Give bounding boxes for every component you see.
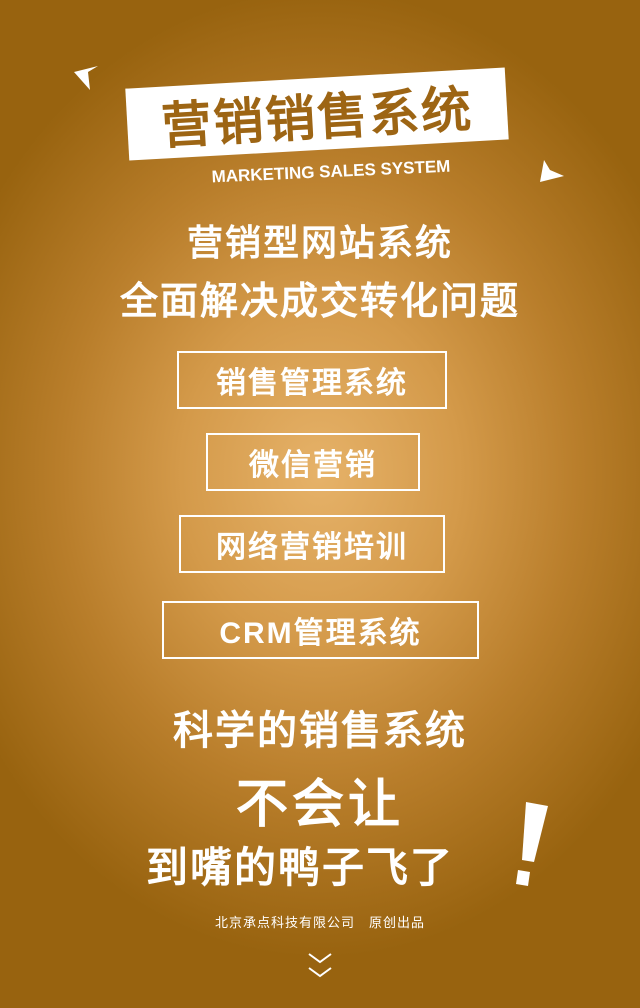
english-subtitle: MARKETING SALES SYSTEM xyxy=(211,156,451,187)
slogan-line-1: 科学的销售系统 xyxy=(173,708,467,754)
page-title: 营销销售系统 xyxy=(159,80,475,156)
headline-line-1: 营销型网站系统 xyxy=(186,223,453,264)
feature-crm-system[interactable]: CRM管理系统 xyxy=(162,601,479,659)
arrow-right-icon xyxy=(540,160,564,182)
exclamation-icon xyxy=(516,802,548,886)
poster: 营销销售系统 MARKETING SALES SYSTEM 营销型网站系统 全面… xyxy=(0,0,640,1008)
feature-marketing-training[interactable]: 网络营销培训 xyxy=(179,515,445,573)
chevron-down-icon[interactable] xyxy=(306,950,334,982)
arrow-top-left-icon xyxy=(74,66,98,90)
feature-wechat-marketing[interactable]: 微信营销 xyxy=(206,433,420,491)
title-banner: 营销销售系统 xyxy=(125,67,509,161)
feature-sales-management[interactable]: 销售管理系统 xyxy=(177,351,447,409)
headline-line-2: 全面解决成交转化问题 xyxy=(119,279,520,323)
company-credit: 北京承点科技有限公司 原创出品 xyxy=(214,916,425,931)
